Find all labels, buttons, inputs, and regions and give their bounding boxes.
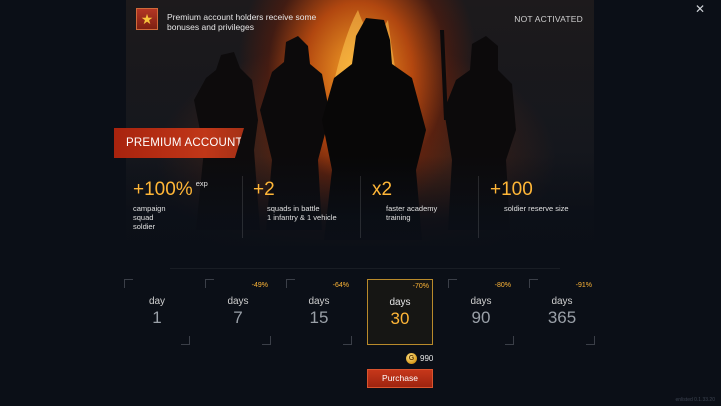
duration-option-90[interactable]: -80% days 90 — [448, 279, 514, 345]
duration-option-7[interactable]: -49% days 7 — [205, 279, 271, 345]
bonus-label: squads in battle 1 infantry & 1 vehicle — [267, 204, 337, 222]
duration-unit: day — [148, 296, 166, 307]
premium-account-banner: PREMIUM ACCOUNT — [114, 128, 244, 158]
discount-label: -91% — [575, 282, 592, 289]
gold-coin-icon: G — [406, 353, 417, 364]
duration-unit: days — [470, 296, 492, 307]
bonus-label: soldier reserve size — [504, 204, 569, 213]
duration-option-30[interactable]: -70% days 30 — [367, 279, 433, 345]
duration-unit: days — [551, 296, 573, 307]
bonus-reserve: +100 soldier reserve size — [490, 179, 569, 214]
bonus-label: campaign squad soldier — [133, 204, 166, 231]
discount-label: -80% — [494, 282, 511, 289]
duration-unit: days — [227, 296, 249, 307]
bonus-exp: +100% exp campaign squad soldier — [133, 179, 208, 231]
divider — [170, 268, 560, 269]
close-icon[interactable]: ✕ — [695, 3, 705, 15]
star-icon: ★ — [136, 8, 158, 30]
duration-unit: days — [308, 296, 330, 307]
bonus-value: +100 — [490, 179, 533, 200]
duration-option-365[interactable]: -91% days 365 — [529, 279, 595, 345]
bonus-sup: exp — [195, 179, 208, 188]
version-label: enlisted 0.1.33.20 — [675, 397, 715, 403]
bonus-value: +100% — [133, 179, 193, 200]
duration-selector: day 1 -49% days 7 -64% days 15 -70% days… — [124, 279, 598, 345]
divider — [242, 176, 243, 238]
duration-value: 1 — [152, 308, 162, 327]
discount-label: -49% — [251, 282, 268, 289]
premium-description: Premium account holders receive some bon… — [167, 12, 317, 32]
duration-value: 30 — [390, 309, 410, 328]
duration-option-1[interactable]: day 1 — [124, 279, 190, 345]
bonus-label: faster academy training — [386, 204, 438, 222]
purchase-button[interactable]: Purchase — [367, 369, 433, 388]
duration-unit: days — [389, 297, 411, 308]
price: G 990 — [406, 353, 433, 364]
duration-option-15[interactable]: -64% days 15 — [286, 279, 352, 345]
discount-label: -64% — [332, 282, 349, 289]
activation-status: NOT ACTIVATED — [514, 14, 583, 24]
bonus-value: +2 — [253, 179, 275, 200]
price-amount: 990 — [420, 354, 434, 363]
duration-value: 15 — [309, 308, 329, 327]
duration-value: 365 — [547, 308, 577, 327]
divider — [478, 176, 479, 238]
bonus-value: x2 — [372, 179, 393, 200]
divider — [360, 176, 361, 238]
bonus-academy: x2 faster academy training — [372, 179, 438, 223]
duration-value: 90 — [471, 308, 491, 327]
discount-label: -70% — [412, 283, 429, 290]
duration-value: 7 — [233, 308, 243, 327]
bonus-squads: +2 squads in battle 1 infantry & 1 vehic… — [253, 179, 337, 223]
